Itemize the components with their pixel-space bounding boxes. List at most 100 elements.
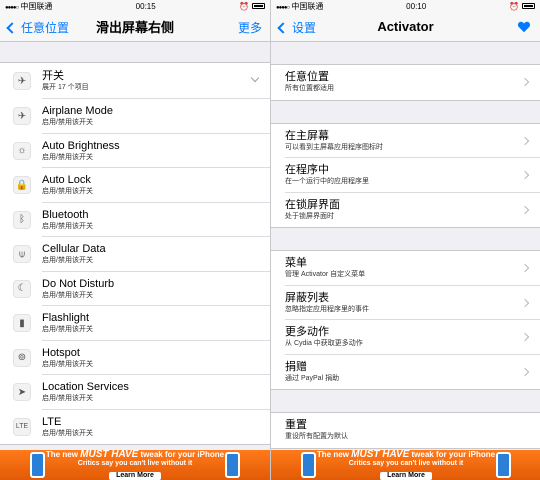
chevron-right-icon [520,205,530,214]
row-title: LTE [42,415,62,428]
list-item[interactable]: 菜单 管理 Activator 自定义菜单 [271,251,540,286]
phone-icon [30,452,45,478]
row-subtitle: 启用/禁用该开关 [42,257,93,265]
status-bar: ●●●●○ 中国联通 00:15 ⏰ [0,0,270,12]
row-subtitle: 展开 17 个项目 [42,84,89,91]
row-subtitle: 可以看到主屏幕应用程序图标时 [285,143,383,151]
row-subtitle: 通过 PayPal 捐助 [285,374,340,382]
more-button[interactable]: 更多 [238,19,262,36]
chevron-down-icon [250,73,260,83]
toggle-list: ✈ 开关 展开 17 个项目 ✈ Airplane Mode 启用/禁用该开关 ☼… [0,62,270,445]
list-item[interactable]: 在主屏幕 可以看到主屏幕应用程序图标时 [271,124,540,159]
chevron-left-icon [6,21,18,34]
ad-banner[interactable]: The new MUST HAVE tweak for your iPhone … [271,450,540,480]
back-button[interactable]: 任意位置 [6,19,69,36]
list-item[interactable]: ᛒ Bluetooth 启用/禁用该开关 [0,203,270,238]
list-item[interactable]: ☾ Do Not Disturb 启用/禁用该开关 [0,272,270,307]
chevron-left-icon [277,21,289,34]
row-title: 重置 [285,419,307,432]
phone-icon [496,452,511,478]
status-time: 00:15 [135,1,156,11]
list-item[interactable]: ➤ Location Services 启用/禁用该开关 [0,375,270,410]
battery-icon [251,3,265,9]
carrier: ●●●●○ 中国联通 [5,1,53,11]
list-item[interactable]: ▮ Flashlight 启用/禁用该开关 [0,306,270,341]
hotspot-icon: ⊚ [13,348,31,367]
row-subtitle: 启用/禁用该开关 [42,395,93,403]
lock-icon: 🔒 [13,176,31,194]
row-subtitle: 从 Cydia 中获取更多动作 [285,340,363,348]
settings-group: 在主屏幕 可以看到主屏幕应用程序图标时 在程序中 在一个运行中的应用程序里 在锁屏界… [271,122,540,228]
row-subtitle: 启用/禁用该开关 [42,188,93,196]
row-title: 屏蔽列表 [285,291,329,304]
row-subtitle: 处于锁屏界面时 [285,212,334,220]
bluetooth-icon: ᛒ [13,210,31,229]
row-title: Auto Brightness [42,139,120,152]
chevron-right-icon [520,367,530,376]
battery-icon [521,3,535,9]
row-subtitle: 启用/禁用该开关 [42,222,93,230]
settings-group: 菜单 管理 Activator 自定义菜单 屏蔽列表 忽略指定应用程序里的事件 更多… [271,250,540,390]
reset-row[interactable]: 重置 重设所有配置为默认 [271,413,540,448]
cellular-icon: ⍦ [13,245,31,263]
row-subtitle: 管理 Activator 自定义菜单 [285,271,366,279]
nav-bar: 任意位置 滑出屏幕右侧 更多 [0,12,270,42]
list-item[interactable]: LTE LTE 启用/禁用该开关 [0,410,270,445]
back-button[interactable]: 设置 [277,19,316,36]
chevron-right-icon [520,263,530,273]
list-item[interactable]: 任意位置 所有位置都适用 [271,65,540,100]
row-subtitle: 启用/禁用该开关 [42,429,93,437]
phone-icon [225,452,240,478]
row-title: Do Not Disturb [42,277,115,290]
list-item[interactable]: ☼ Auto Brightness 启用/禁用该开关 [0,134,270,169]
list-item[interactable]: ⊚ Hotspot 启用/禁用该开关 [0,341,270,376]
row-subtitle: 重设所有配置为默认 [285,433,348,441]
row-title: 任意位置 [285,71,329,84]
airplane-icon: ✈ [13,72,31,90]
moon-icon: ☾ [13,279,31,298]
left-screen: ●●●●○ 中国联通 00:15 ⏰ 任意位置 滑出屏幕右侧 更多 ✈ 开关 展… [0,0,270,480]
row-title: 在锁屏界面 [285,198,340,211]
row-title: Airplane Mode [42,105,113,118]
row-title: Cellular Data [42,243,106,256]
status-bar: ●●●●○ 中国联通 00:10 ⏰ [271,0,540,12]
row-title: Flashlight [42,312,90,325]
chevron-right-icon [520,298,530,307]
list-item[interactable]: 捐赠 通过 PayPal 捐助 [271,355,540,390]
row-title: 捐赠 [285,360,307,373]
list-item[interactable]: ⍦ Cellular Data 启用/禁用该开关 [0,237,270,272]
row-subtitle: 忽略指定应用程序里的事件 [285,305,369,313]
row-title: Location Services [42,381,129,394]
list-item[interactable]: ✈ Airplane Mode 启用/禁用该开关 [0,99,270,134]
flashlight-icon: ▮ [13,314,31,332]
nav-bar: 设置 Activator [271,12,540,42]
row-title: 更多动作 [285,326,329,339]
list-item[interactable]: 🔒 Auto Lock 启用/禁用该开关 [0,168,270,203]
settings-group: 重置 重设所有配置为默认 [271,412,540,449]
learn-more-button[interactable]: Learn More [380,472,432,480]
learn-more-button[interactable]: Learn More [109,472,161,480]
row-title: Auto Lock [42,174,91,187]
brightness-icon: ☼ [13,141,31,160]
lte-icon: LTE [13,417,31,436]
list-item[interactable]: 在锁屏界面 处于锁屏界面时 [271,193,540,228]
settings-group: 任意位置 所有位置都适用 [271,64,540,101]
chevron-right-icon [520,136,530,145]
row-subtitle: 启用/禁用该开关 [42,291,93,299]
right-screen: ●●●●○ 中国联通 00:10 ⏰ 设置 Activator 任意位置 所有位置… [270,0,540,480]
list-item[interactable]: 屏蔽列表 忽略指定应用程序里的事件 [271,286,540,321]
row-subtitle: 在一个运行中的应用程序里 [285,178,369,186]
row-title: 在主屏幕 [285,129,329,142]
chevron-right-icon [520,332,530,342]
row-subtitle: 启用/禁用该开关 [42,326,93,334]
row-title: 在程序中 [285,164,329,177]
list-item[interactable]: 在程序中 在一个运行中的应用程序里 [271,158,540,193]
list-item[interactable]: 更多动作从 Cydia 中获取更多动作 [271,320,540,355]
row-title: Bluetooth [42,208,89,221]
row-title: Hotspot [42,346,80,359]
row-subtitle: 启用/禁用该开关 [42,119,93,127]
ad-banner[interactable]: The new MUST HAVE tweak for your iPhone … [0,450,270,480]
carrier: ●●●●○ 中国联通 [276,1,324,11]
toggles-group-header[interactable]: ✈ 开关 展开 17 个项目 [0,63,270,99]
heart-icon[interactable] [517,20,531,34]
